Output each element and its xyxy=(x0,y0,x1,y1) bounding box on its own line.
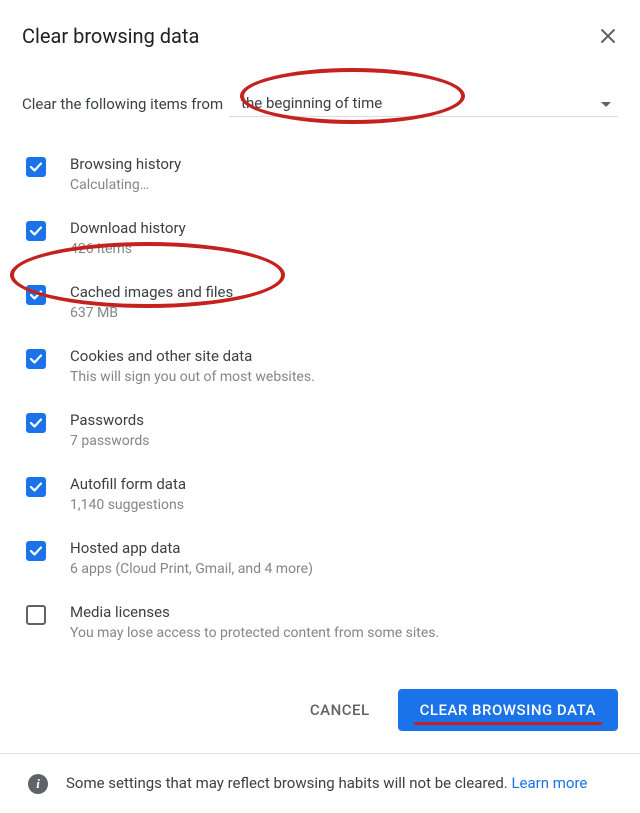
item-label: Hosted app data xyxy=(70,539,313,557)
item-subtext: 6 apps (Cloud Print, Gmail, and 4 more) xyxy=(70,561,313,577)
list-item: Download history 426 items xyxy=(22,211,618,275)
item-subtext: Calculating… xyxy=(70,177,181,193)
list-item: Cookies and other site data This will sig… xyxy=(22,339,618,403)
close-icon[interactable] xyxy=(598,26,618,46)
annotation-underline xyxy=(414,722,602,725)
item-label: Cached images and files xyxy=(70,283,233,301)
item-label: Browsing history xyxy=(70,155,181,173)
time-range-prefix: Clear the following items from xyxy=(22,95,223,113)
checkbox[interactable] xyxy=(26,157,46,177)
clear-browsing-data-button[interactable]: CLEAR BROWSING DATA xyxy=(398,689,618,731)
item-subtext: 7 passwords xyxy=(70,433,150,449)
item-subtext: 426 items xyxy=(70,241,186,257)
list-item: Hosted app data 6 apps (Cloud Print, Gmai… xyxy=(22,531,618,595)
item-subtext: 637 MB xyxy=(70,305,233,321)
checkbox[interactable] xyxy=(26,605,46,625)
clear-button-label: CLEAR BROWSING DATA xyxy=(420,701,596,719)
page-title: Clear browsing data xyxy=(22,24,199,48)
item-subtext: You may lose access to protected content… xyxy=(70,625,439,641)
cancel-button[interactable]: CANCEL xyxy=(304,693,376,727)
list-item: Browsing history Calculating… xyxy=(22,147,618,211)
item-label: Download history xyxy=(70,219,186,237)
item-label: Cookies and other site data xyxy=(70,347,315,365)
list-item: Passwords 7 passwords xyxy=(22,403,618,467)
list-item: Autofill form data 1,140 suggestions xyxy=(22,467,618,531)
item-label: Media licenses xyxy=(70,603,439,621)
checkbox[interactable] xyxy=(26,285,46,305)
checkbox[interactable] xyxy=(26,477,46,497)
checkbox[interactable] xyxy=(26,221,46,241)
item-label: Passwords xyxy=(70,411,150,429)
item-subtext: This will sign you out of most websites. xyxy=(70,369,315,385)
checkbox[interactable] xyxy=(26,413,46,433)
footer-text: Some settings that may reflect browsing … xyxy=(66,772,587,795)
checkbox[interactable] xyxy=(26,349,46,369)
item-subtext: 1,140 suggestions xyxy=(70,497,186,513)
item-label: Autofill form data xyxy=(70,475,186,493)
info-icon: i xyxy=(28,774,48,794)
time-range-select[interactable]: the beginning of time xyxy=(229,90,618,117)
footer-text-content: Some settings that may reflect browsing … xyxy=(66,774,511,792)
list-item: Cached images and files 637 MB xyxy=(22,275,618,339)
list-item: Media licenses You may lose access to pro… xyxy=(22,595,618,659)
checkbox[interactable] xyxy=(26,541,46,561)
learn-more-link[interactable]: Learn more xyxy=(511,774,587,792)
